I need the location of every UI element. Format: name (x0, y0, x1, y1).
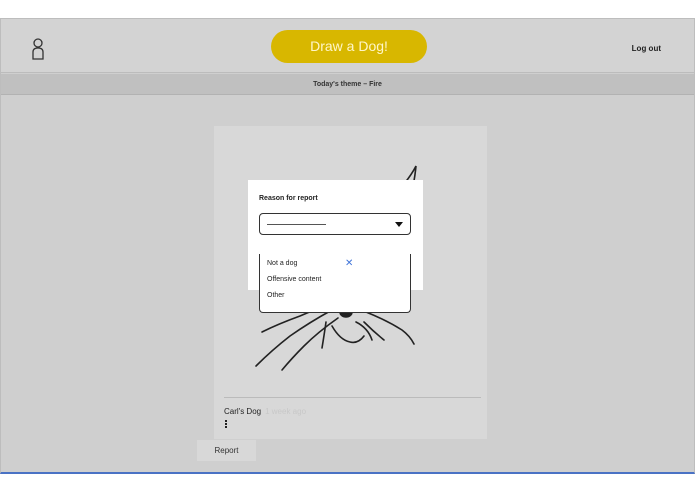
top-bar: Draw a Dog! Log out (1, 19, 694, 73)
post-timestamp: 1 week ago (265, 407, 307, 416)
report-reason-select[interactable] (259, 213, 411, 235)
chevron-down-icon (395, 222, 403, 227)
logout-link[interactable]: Log out (632, 44, 661, 53)
user-icon[interactable] (31, 38, 45, 60)
close-icon[interactable]: ✕ (345, 258, 353, 269)
option-not-a-dog[interactable]: Not a dog (267, 260, 297, 267)
draw-a-dog-button[interactable]: Draw a Dog! (271, 30, 427, 63)
app-window: Draw a Dog! Log out Today's theme – Fire… (0, 18, 695, 474)
card-divider (224, 397, 481, 398)
post-meta: Carl's Dog 1 week ago (224, 407, 306, 416)
select-placeholder-dash (267, 224, 326, 225)
option-other[interactable]: Other (267, 292, 285, 299)
theme-text: Today's theme – Fire (313, 81, 382, 88)
report-button[interactable]: Report (197, 440, 256, 461)
option-offensive-content[interactable]: Offensive content (267, 276, 321, 283)
report-reason-options: Not a dog ✕ Offensive content Other (259, 254, 411, 313)
more-options-icon[interactable] (224, 420, 230, 430)
theme-banner: Today's theme – Fire (1, 74, 694, 95)
report-dialog-title: Reason for report (259, 195, 318, 202)
post-author: Carl's Dog (224, 407, 262, 416)
